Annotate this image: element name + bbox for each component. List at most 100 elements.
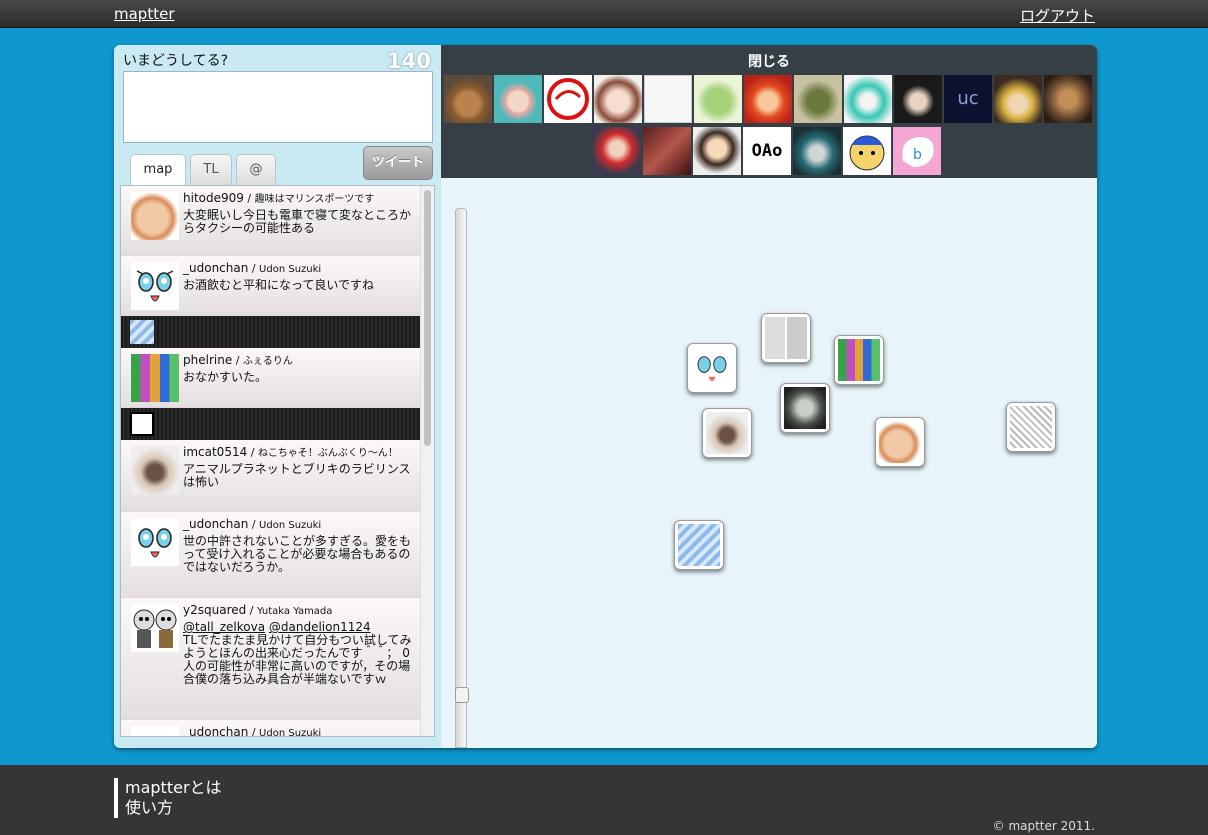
tweet-username[interactable]: phelrine bbox=[183, 353, 232, 367]
dark-hair-avatar-icon[interactable] bbox=[894, 75, 942, 123]
tweet-item[interactable]: imcat0514 / ねこちゃそ！ぶんぶくり〜ん！ アニマルプラネットとブリキ… bbox=[121, 440, 421, 512]
tweet-text: おなかすいた。 bbox=[183, 370, 268, 384]
tweet-item[interactable]: _udonchan / Udon Suzuki 世の中許されないことが多すぎる。… bbox=[121, 512, 421, 598]
tweet-realname: Yutaka Yamada bbox=[256, 606, 333, 617]
cat-pair-avatar-icon[interactable] bbox=[131, 604, 179, 652]
redhead-avatar-icon[interactable] bbox=[744, 75, 792, 123]
char-counter: 140 bbox=[387, 49, 431, 73]
man-photo-avatar-icon[interactable] bbox=[1044, 75, 1092, 123]
tweet-realname: Udon Suzuki bbox=[259, 728, 322, 737]
tweet-item[interactable]: _udonchan / Udon Suzuki bbox=[121, 720, 421, 737]
water-thumbnail-icon bbox=[130, 320, 154, 344]
anime-face-avatar-icon[interactable] bbox=[131, 262, 179, 310]
cat-sketch-avatar-icon bbox=[1010, 406, 1052, 448]
map-user-pin[interactable] bbox=[687, 343, 737, 393]
anime-girl-avatar-icon[interactable] bbox=[594, 75, 642, 123]
map-user-pin[interactable] bbox=[1006, 402, 1056, 452]
tweet-username[interactable]: _udonchan bbox=[183, 725, 248, 736]
tweet-username[interactable]: _udonchan bbox=[183, 517, 248, 531]
siamese-cat-avatar-icon[interactable] bbox=[131, 446, 179, 494]
mascot-avatar-icon[interactable] bbox=[843, 127, 891, 175]
map-user-pin[interactable] bbox=[761, 313, 811, 363]
pink-logo-icon[interactable]: b bbox=[893, 127, 941, 175]
map-user-pin[interactable] bbox=[780, 383, 830, 433]
bread-avatar-icon bbox=[879, 421, 921, 463]
green-cat-avatar-icon[interactable] bbox=[694, 75, 742, 123]
map-canvas[interactable] bbox=[441, 178, 1097, 748]
right-column: 閉じる uc OAo b bbox=[441, 45, 1097, 748]
brand-link[interactable]: maptter bbox=[114, 5, 174, 23]
tweet-realname: Udon Suzuki bbox=[259, 264, 322, 275]
cat-sketch-thumbnail-icon bbox=[130, 412, 154, 436]
cartoon-boy-avatar-icon[interactable] bbox=[693, 127, 741, 175]
mention-link[interactable]: @dandelion1124 bbox=[269, 620, 371, 634]
tweet-username[interactable]: y2squared bbox=[183, 603, 246, 617]
tweet-item[interactable]: hitode909 / 趣味はマリンスポーツです 大変眠いし今日も電車で寝て変な… bbox=[121, 186, 421, 256]
svg-text:b: b bbox=[913, 147, 922, 163]
frog-figure-avatar-icon bbox=[784, 387, 826, 429]
painting-avatar-icon[interactable] bbox=[643, 127, 691, 175]
anime-face-avatar-icon bbox=[691, 347, 733, 389]
logout-link[interactable]: ログアウト bbox=[1020, 5, 1095, 26]
zoom-slider[interactable] bbox=[455, 208, 469, 748]
map-user-pin[interactable] bbox=[834, 335, 884, 385]
figure-avatar-icon[interactable] bbox=[794, 75, 842, 123]
teal-hair-avatar-icon[interactable] bbox=[844, 75, 892, 123]
howto-link[interactable]: 使い方 bbox=[125, 798, 222, 818]
tab-map[interactable]: map bbox=[130, 154, 186, 187]
anime-face-avatar-icon[interactable] bbox=[131, 726, 179, 736]
tweet-text: 大変眠いし今日も電車で寝て変なところからタクシーの可能性ある bbox=[183, 208, 412, 235]
tweet-item[interactable]: y2squared / Yutaka Yamada @tall_zelkova … bbox=[121, 598, 421, 720]
left-column: いまどうしてる? 140 map TL @ ツイート hitode909 / 趣… bbox=[114, 45, 441, 748]
pixel-art-avatar-icon[interactable] bbox=[131, 354, 179, 402]
tweet-text: アニマルプラネットとブリキのラビリンスは怖い bbox=[183, 462, 411, 489]
map-user-pin[interactable] bbox=[875, 417, 925, 467]
witch-avatar-icon[interactable] bbox=[994, 75, 1042, 123]
footer-links: maptterとは 使い方 bbox=[114, 778, 222, 818]
red-circle-logo-icon[interactable] bbox=[544, 75, 592, 123]
tweet-realname: ふぇるりん bbox=[242, 356, 293, 367]
anime-face-avatar-icon[interactable] bbox=[131, 518, 179, 566]
sketch-avatar-icon[interactable] bbox=[644, 75, 692, 123]
cat-pair-avatar-icon bbox=[765, 317, 807, 359]
uc-logo-icon[interactable]: uc bbox=[944, 75, 992, 123]
following-row: uc bbox=[444, 75, 1092, 123]
feed-scrollbar-thumb[interactable] bbox=[424, 190, 431, 446]
tweet-divider-strip bbox=[121, 316, 421, 348]
close-button[interactable]: 閉じる bbox=[441, 51, 1097, 71]
map-user-pin[interactable] bbox=[702, 408, 752, 458]
tab-mentions[interactable]: @ bbox=[236, 154, 276, 186]
footer: maptterとは 使い方 © maptter 2011. bbox=[0, 765, 1208, 835]
red-hair-girl-avatar-icon[interactable] bbox=[593, 127, 641, 175]
tweet-item[interactable]: _udonchan / Udon Suzuki お酒飲むと平和になって良いですね bbox=[121, 256, 421, 316]
mention-link[interactable]: @tall_zelkova bbox=[183, 620, 265, 634]
tweet-text: TLでたまたま見かけて自分もつい試してみようとほんの出来心だったんです＾＾； 0… bbox=[183, 633, 412, 686]
following-panel: 閉じる uc OAo b bbox=[441, 45, 1097, 178]
tweet-divider-strip bbox=[121, 408, 421, 440]
tweet-username[interactable]: _udonchan bbox=[183, 261, 248, 275]
tab-tl[interactable]: TL bbox=[190, 154, 232, 186]
map-user-pin[interactable] bbox=[674, 520, 724, 570]
feed-scrollbar[interactable] bbox=[420, 186, 434, 736]
catgirl-avatar-icon[interactable] bbox=[494, 75, 542, 123]
timeline-feed[interactable]: hitode909 / 趣味はマリンスポーツです 大変眠いし今日も電車で寝て変な… bbox=[120, 185, 435, 737]
teal-figure-avatar-icon[interactable] bbox=[793, 127, 841, 175]
dog-avatar-icon[interactable] bbox=[444, 75, 492, 123]
bread-avatar-icon[interactable] bbox=[131, 192, 179, 240]
tweet-item[interactable]: phelrine / ふぇるりん おなかすいた。 bbox=[121, 348, 421, 408]
tweet-realname: 趣味はマリンスポーツです bbox=[254, 194, 375, 205]
oao-logo-icon[interactable]: OAo bbox=[743, 127, 791, 175]
tweet-username[interactable]: imcat0514 bbox=[183, 445, 247, 459]
tweet-username[interactable]: hitode909 bbox=[183, 191, 244, 205]
tweet-text: お酒飲むと平和になって良いですね bbox=[183, 278, 375, 292]
tweet-realname: Udon Suzuki bbox=[259, 520, 322, 531]
following-row: OAo b bbox=[593, 127, 941, 175]
top-bar: maptter ログアウト bbox=[0, 0, 1208, 28]
copyright: © maptter 2011. bbox=[992, 819, 1095, 833]
tweet-realname: ねこちゃそ！ぶんぶくり〜ん！ bbox=[257, 448, 398, 459]
tweet-button[interactable]: ツイート bbox=[363, 146, 433, 180]
pixel-art-avatar-icon bbox=[838, 339, 880, 381]
status-input[interactable] bbox=[123, 71, 433, 143]
about-link[interactable]: maptterとは bbox=[125, 778, 222, 798]
zoom-slider-handle[interactable] bbox=[455, 686, 469, 703]
